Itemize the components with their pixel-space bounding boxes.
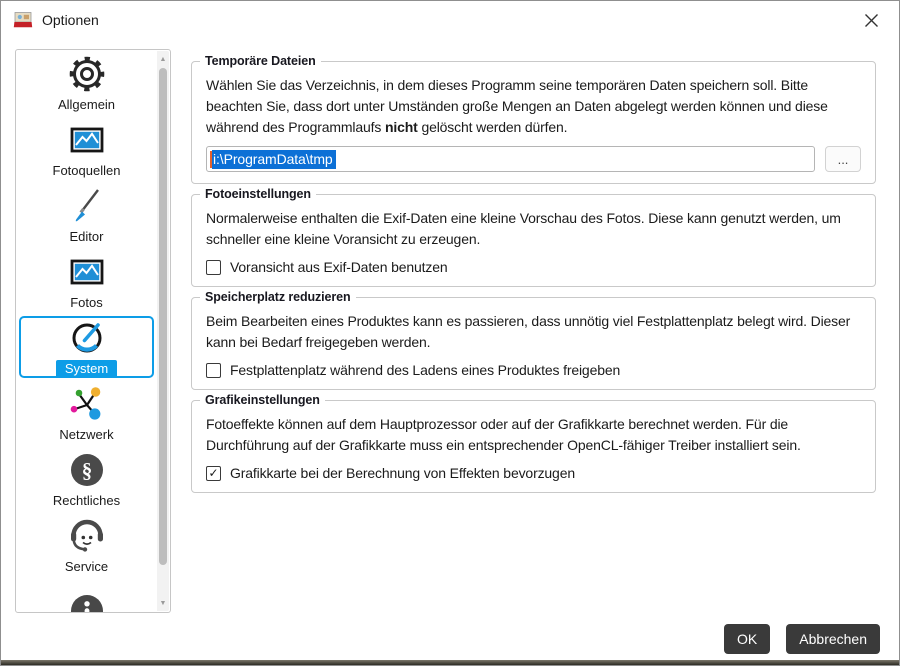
sidebar-nav: Allgemein Fotoquellen Editor Fotos Syste… <box>16 50 157 612</box>
sidebar-item-fotos[interactable]: Fotos <box>19 248 154 314</box>
ok-button[interactable]: OK <box>724 624 771 654</box>
checkbox-free-disk-space[interactable] <box>206 362 221 378</box>
sidebar-item-system[interactable]: System <box>19 316 154 378</box>
sidebar-item-label: Service <box>64 559 109 574</box>
sidebar-item-label: Fotoquellen <box>52 163 121 178</box>
sidebar-item-netzwerk[interactable]: Netzwerk <box>19 380 154 446</box>
scroll-down-icon[interactable]: ▼ <box>157 596 169 610</box>
sidebar-item-label: System <box>55 359 118 378</box>
sidebar-item-service[interactable]: Service <box>19 512 154 578</box>
sidebar-item-rechtliches[interactable]: § Rechtliches <box>19 446 154 512</box>
sidebar-item-info[interactable] <box>19 578 154 612</box>
dialog-footer: OK Abbrechen <box>724 624 880 654</box>
close-button[interactable] <box>855 5 887 35</box>
sidebar-item-label: Netzwerk <box>59 427 114 442</box>
temp-dir-row: i:\ProgramData\tmp ... <box>206 146 861 172</box>
sidebar-scrollbar[interactable]: ▲ ▼ <box>157 51 169 611</box>
photo-icon <box>67 120 107 160</box>
headset-icon <box>67 516 107 556</box>
group-graphics-settings: Grafikeinstellungen Fotoeffekte können a… <box>191 393 876 493</box>
gear-icon <box>67 54 107 94</box>
group-title: Grafikeinstellungen <box>200 393 325 407</box>
group-description: Beim Bearbeiten eines Produktes kann es … <box>206 313 851 350</box>
free-disk-space-option[interactable]: Festplattenplatz während des Ladens eine… <box>206 362 861 378</box>
group-title: Fotoeinstellungen <box>200 187 316 201</box>
close-icon <box>864 13 878 27</box>
network-icon <box>67 384 107 424</box>
browse-button[interactable]: ... <box>825 146 861 172</box>
prefer-gpu-option[interactable]: ✓ Grafikkarte bei der Berechnung von Eff… <box>206 465 861 481</box>
checkbox-prefer-gpu[interactable]: ✓ <box>206 465 221 481</box>
scroll-up-icon[interactable]: ▲ <box>157 52 169 66</box>
group-description: Wählen Sie das Verzeichnis, in dem diese… <box>206 77 828 135</box>
temp-dir-value: i:\ProgramData\tmp <box>212 149 336 169</box>
group-photo-settings: Fotoeinstellungen Normalerweise enthalte… <box>191 187 876 287</box>
paragraph-icon: § <box>67 450 107 490</box>
sidebar-item-allgemein[interactable]: Allgemein <box>19 50 154 116</box>
scrollbar-thumb[interactable] <box>159 68 167 565</box>
info-icon <box>67 591 107 612</box>
sidebar-item-editor[interactable]: Editor <box>19 182 154 248</box>
app-icon <box>13 10 33 30</box>
settings-panel-system: Temporäre Dateien Wählen Sie das Verzeic… <box>191 53 876 503</box>
options-dialog: Optionen Allgemein Fotoquellen Editor Fo… <box>0 0 900 666</box>
checkbox-exif-preview[interactable] <box>206 259 221 275</box>
group-title: Speicherplatz reduzieren <box>200 290 356 304</box>
group-disk-space: Speicherplatz reduzieren Beim Bearbeiten… <box>191 290 876 390</box>
photo-icon <box>67 252 107 292</box>
checkbox-label: Voransicht aus Exif-Daten benutzen <box>230 259 448 275</box>
sidebar-item-label: Allgemein <box>57 97 116 112</box>
window-title: Optionen <box>42 12 99 28</box>
checkbox-label: Grafikkarte bei der Berechnung von Effek… <box>230 465 575 481</box>
gauge-icon <box>67 317 107 357</box>
sidebar-item-label: Editor <box>69 229 104 244</box>
checkbox-label: Festplattenplatz während des Ladens eine… <box>230 362 621 378</box>
group-title: Temporäre Dateien <box>200 54 321 68</box>
window-bottom-edge <box>1 660 899 665</box>
sidebar-item-label: Rechtliches <box>52 493 121 508</box>
sidebar-item-fotoquellen[interactable]: Fotoquellen <box>19 116 154 182</box>
title-bar: Optionen <box>1 1 899 39</box>
temp-dir-input[interactable]: i:\ProgramData\tmp <box>206 146 815 172</box>
sidebar: Allgemein Fotoquellen Editor Fotos Syste… <box>15 49 171 613</box>
sidebar-item-label: Fotos <box>70 295 103 310</box>
group-temporary-files: Temporäre Dateien Wählen Sie das Verzeic… <box>191 54 876 184</box>
cancel-button[interactable]: Abbrechen <box>786 624 880 654</box>
group-description: Fotoeffekte können auf dem Hauptprozesso… <box>206 416 801 453</box>
group-description: Normalerweise enthalten die Exif-Daten e… <box>206 210 841 247</box>
brush-icon <box>67 186 107 226</box>
svg-text:§: § <box>81 459 92 483</box>
exif-preview-option[interactable]: Voransicht aus Exif-Daten benutzen <box>206 259 861 275</box>
